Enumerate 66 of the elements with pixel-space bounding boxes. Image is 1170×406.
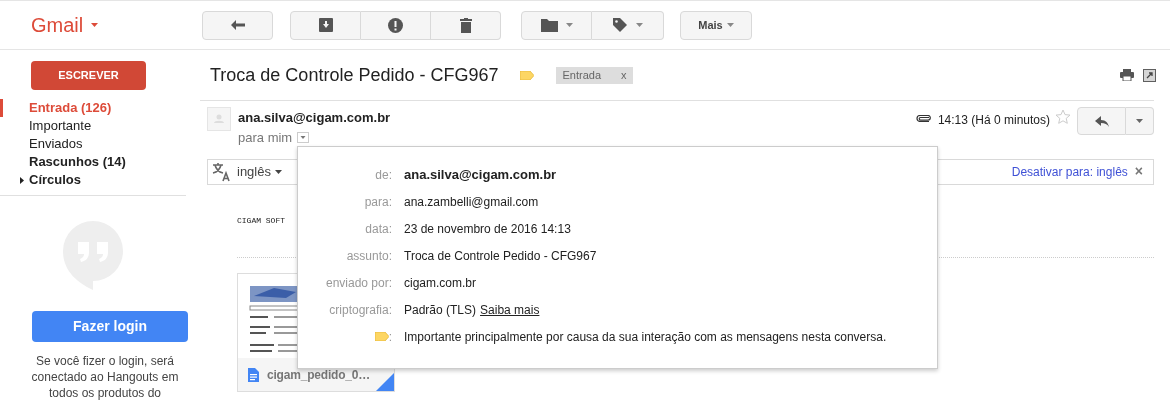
field-value: Padrão (TLS) [404,301,477,319]
learn-more-link[interactable]: Saiba mais [480,300,540,319]
folder-icon [540,18,558,32]
sidebar-item[interactable]: Círculos [29,170,81,190]
field-value: ana.zambelli@gmail.com [404,193,539,211]
disable-translation-link[interactable]: Desativar para: inglês [1011,162,1128,181]
new-window-icon[interactable] [1143,68,1156,82]
sidebar-item[interactable]: Enviados [29,134,83,154]
field-label: : [388,328,392,346]
field-value: Troca de Controle Pedido - CFG967 [404,247,597,265]
reply-button[interactable] [1077,107,1126,135]
sidebar-item[interactable]: Importante [29,116,92,136]
message-subject: Troca de Controle Pedido - CFG967 [210,63,499,87]
caret-icon [565,23,573,27]
importance-marker-icon[interactable] [520,70,535,80]
message-time: 14:13 (Há 0 minutos) [937,112,1050,129]
move-to-button[interactable] [521,10,592,40]
tag-icon [612,17,628,33]
field-value: ana.silva@cigam.com.br [404,165,557,184]
translate-icon [211,161,231,182]
field-value: cigam.com.br [404,274,477,292]
star-icon[interactable] [1055,109,1071,125]
close-translate-button[interactable]: × [1134,161,1143,182]
message-body-text: CIGAM SOFT [237,214,285,227]
print-icon[interactable] [1120,69,1134,81]
reply-arrow-icon [1094,115,1109,127]
sender-address: ana.silva@cigam.com.br [238,109,391,127]
caret-icon [636,23,643,27]
field-label: data: [365,220,392,238]
recipient-summary: para mim [238,129,293,147]
spam-button[interactable] [361,10,431,40]
sign-in-message: Se você fizer o login, será conectado ao Hangouts em todos os produtos do [30,353,180,401]
caret-icon [726,23,734,27]
archive-button[interactable] [290,10,361,40]
login-button[interactable]: Fazer login [32,311,188,342]
field-label: enviado por: [325,274,392,292]
sidebar-item[interactable]: Entrada (126) [29,98,112,118]
compose-button[interactable]: ESCREVER [31,61,146,90]
caret-icon [1136,119,1143,123]
label-button[interactable] [592,10,664,40]
archive-icon [318,18,333,32]
trash-icon [459,17,472,33]
field-label: para: [364,193,392,211]
avatar-icon [207,107,231,131]
attachment-filename: cigam_pedido_0… [267,367,371,384]
caret-icon[interactable] [91,23,99,27]
field-label: criptografia: [329,301,392,319]
language-dropdown[interactable]: inglês [237,161,282,182]
remove-label-button[interactable]: x [621,66,627,84]
back-arrow-icon [229,19,246,31]
field-value: 23 de novembro de 2016 14:13 [404,220,571,238]
field-label: de: [375,166,392,184]
more-button[interactable]: Mais [680,10,752,40]
importance-marker-icon [374,332,389,341]
field-value: Importante principalmente por causa da sua interação com as mensagens nesta conversa. [404,328,887,346]
field-label: assunto: [346,247,392,265]
delete-button[interactable] [431,10,501,40]
expand-arrow-icon[interactable] [20,177,24,184]
document-icon [248,368,259,382]
exclamation-icon [388,17,403,33]
sidebar-item[interactable]: Rascunhos (14) [29,152,126,172]
caret-icon [274,169,282,174]
gmail-logo[interactable]: Gmail [31,10,84,40]
label-name: Entrada [562,67,601,83]
corner-fold-icon [376,372,394,391]
details-dropdown-icon[interactable] [297,132,310,144]
